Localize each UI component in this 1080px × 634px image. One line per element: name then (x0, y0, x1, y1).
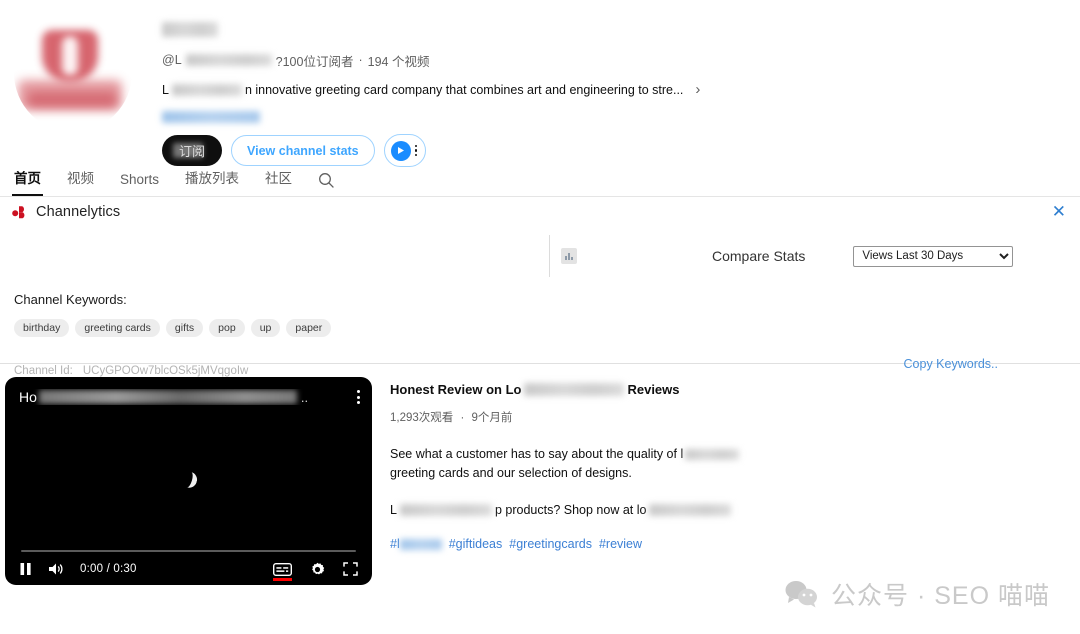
keyword-chip[interactable]: greeting cards (75, 319, 160, 337)
video-description: See what a customer has to say about the… (390, 445, 1080, 483)
channel-handle: @L (162, 53, 182, 67)
redacted-desc-part (685, 449, 740, 461)
compare-stats-label: Compare Stats (712, 248, 806, 264)
video-title-prefix: Honest Review on Lo (390, 382, 522, 397)
description-lead: L (162, 82, 169, 97)
channelytics-body: Compare Stats Views Last 30 Days Channel… (0, 223, 1080, 377)
compare-stats-select[interactable]: Views Last 30 Days (853, 245, 1014, 267)
hashtag-prefix: #l (390, 537, 400, 551)
player-time-display: 0:00 / 0:30 (80, 563, 137, 575)
avatar-wrapper (14, 14, 132, 132)
redacted-video-title (524, 383, 625, 396)
channel-info: @L ?100位订阅者 · 194 个视频 L n innovative gre… (162, 14, 1080, 167)
channel-id-label: Channel Id: (14, 365, 73, 377)
channelytics-title: Channelytics (36, 203, 121, 220)
video-stats: 1,293次观看 · 9个月前 (390, 409, 1080, 425)
redacted-shop-url (649, 504, 732, 516)
avatar-blur-shape (28, 92, 116, 108)
channelytics-header: Channelytics ✕ (0, 197, 1080, 223)
player-title-prefix: Ho (19, 389, 37, 405)
subscribe-blur-overlay (173, 143, 203, 158)
copy-keywords-link[interactable]: Copy Keywords.. (904, 357, 998, 371)
subscriber-count: ?100位订阅者 (275, 54, 354, 69)
channel-action-buttons: 订阅 View channel stats (162, 134, 1080, 167)
hashtag-review[interactable]: #review (599, 537, 642, 551)
keyword-chip[interactable]: paper (286, 319, 332, 337)
video-description-line1: See what a customer has to say about the… (390, 447, 684, 461)
channel-description-row[interactable]: L n innovative greeting card company tha… (162, 81, 1080, 98)
channel-meta: @L ?100位订阅者 · 194 个视频 (162, 52, 1080, 69)
video-player[interactable]: Ho .. 0:00 / 0:30 (5, 377, 372, 585)
loading-spinner-icon (178, 470, 200, 492)
keyword-chip[interactable]: up (250, 319, 281, 337)
channel-keywords-list: birthday greeting cards gifts pop up pap… (14, 319, 332, 337)
subscribe-button[interactable]: 订阅 (162, 135, 223, 166)
channel-description-text: n innovative greeting card company that … (244, 82, 684, 97)
bar-chart-icon[interactable] (561, 248, 577, 264)
meta-separator: · (358, 53, 363, 67)
player-right-controls (273, 562, 358, 581)
tab-community[interactable]: 社区 (265, 167, 292, 196)
captions-icon[interactable] (273, 562, 292, 581)
player-controls: 0:00 / 0:30 (5, 553, 372, 585)
video-view-count: 1,293次观看 (390, 412, 454, 424)
redacted-handle (185, 54, 272, 66)
volume-icon[interactable] (48, 562, 64, 576)
video-section: Ho .. 0:00 / 0:30 Honest Review on Lo Re… (0, 364, 1080, 585)
redacted-hashtag (399, 539, 442, 551)
tab-shorts[interactable]: Shorts (120, 172, 159, 196)
redacted-shop-part (399, 504, 492, 516)
kebab-menu-icon[interactable] (357, 390, 360, 404)
video-title[interactable]: Honest Review on Lo Reviews (390, 382, 1080, 397)
keyword-chip[interactable]: birthday (14, 319, 70, 337)
captions-active-underline (273, 578, 292, 581)
stats-separator: · (460, 412, 465, 424)
play-and-more-group[interactable] (383, 134, 427, 167)
tab-home[interactable]: 首页 (12, 167, 43, 196)
pause-icon[interactable] (19, 562, 32, 576)
redacted-channel-name (162, 21, 218, 37)
settings-gear-icon[interactable] (310, 562, 325, 577)
shop-line-mid: p products? Shop now at lo (494, 503, 647, 517)
play-icon[interactable] (390, 140, 411, 161)
tab-videos[interactable]: 视频 (67, 167, 94, 196)
video-description-shop-line: L p products? Shop now at lo (390, 503, 1080, 517)
hashtag-greetingcards[interactable]: #greetingcards (509, 537, 592, 551)
shop-line-prefix: L (390, 503, 397, 517)
keyword-chip[interactable]: gifts (165, 319, 204, 337)
channel-id-row: Channel Id: UCyGPOOw7blcOSk5jMVqgoIw (14, 365, 248, 377)
player-title-ellipsis: .. (300, 389, 309, 405)
close-icon[interactable]: ✕ (1050, 203, 1068, 220)
channel-avatar[interactable] (14, 14, 132, 132)
redacted-player-title (38, 390, 297, 404)
avatar-blur-shape (62, 36, 78, 76)
channel-name (162, 18, 1080, 40)
view-channel-stats-button[interactable]: View channel stats (231, 135, 375, 166)
video-metadata: Honest Review on Lo Reviews 1,293次观看 · 9… (372, 377, 1080, 585)
video-hashtags: #l #giftideas #greetingcards #review (390, 537, 1080, 551)
tab-playlists[interactable]: 播放列表 (185, 167, 239, 196)
video-title-suffix: Reviews (627, 382, 680, 397)
search-icon[interactable] (318, 172, 335, 196)
compare-stats-row: Compare Stats Views Last 30 Days (548, 241, 1080, 271)
channelytics-logo-icon (12, 204, 28, 220)
video-count: 194 个视频 (367, 54, 430, 69)
hashtag-redacted[interactable]: #l (390, 537, 442, 551)
channel-id-value: UCyGPOOw7blcOSk5jMVqgoIw (82, 365, 249, 377)
channelytics-panel: Channelytics ✕ Compare Stats Views Last … (0, 197, 1080, 377)
hashtag-giftideas[interactable]: #giftideas (449, 537, 503, 551)
chevron-right-icon[interactable]: › (695, 82, 700, 97)
channel-header: @L ?100位订阅者 · 194 个视频 L n innovative gre… (0, 0, 1080, 167)
redacted-description-part (171, 83, 242, 96)
video-age: 9个月前 (471, 412, 513, 424)
kebab-menu-icon[interactable] (414, 144, 418, 157)
channel-keywords-label: Channel Keywords: (14, 292, 127, 307)
video-progress-bar[interactable] (21, 550, 356, 552)
player-video-title: Ho .. (19, 389, 332, 405)
keyword-chip[interactable]: pop (209, 319, 245, 337)
fullscreen-icon[interactable] (343, 562, 358, 576)
redacted-link (162, 111, 260, 123)
video-description-line2: greeting cards and our selection of desi… (390, 466, 632, 480)
channel-external-link[interactable] (162, 110, 1080, 124)
